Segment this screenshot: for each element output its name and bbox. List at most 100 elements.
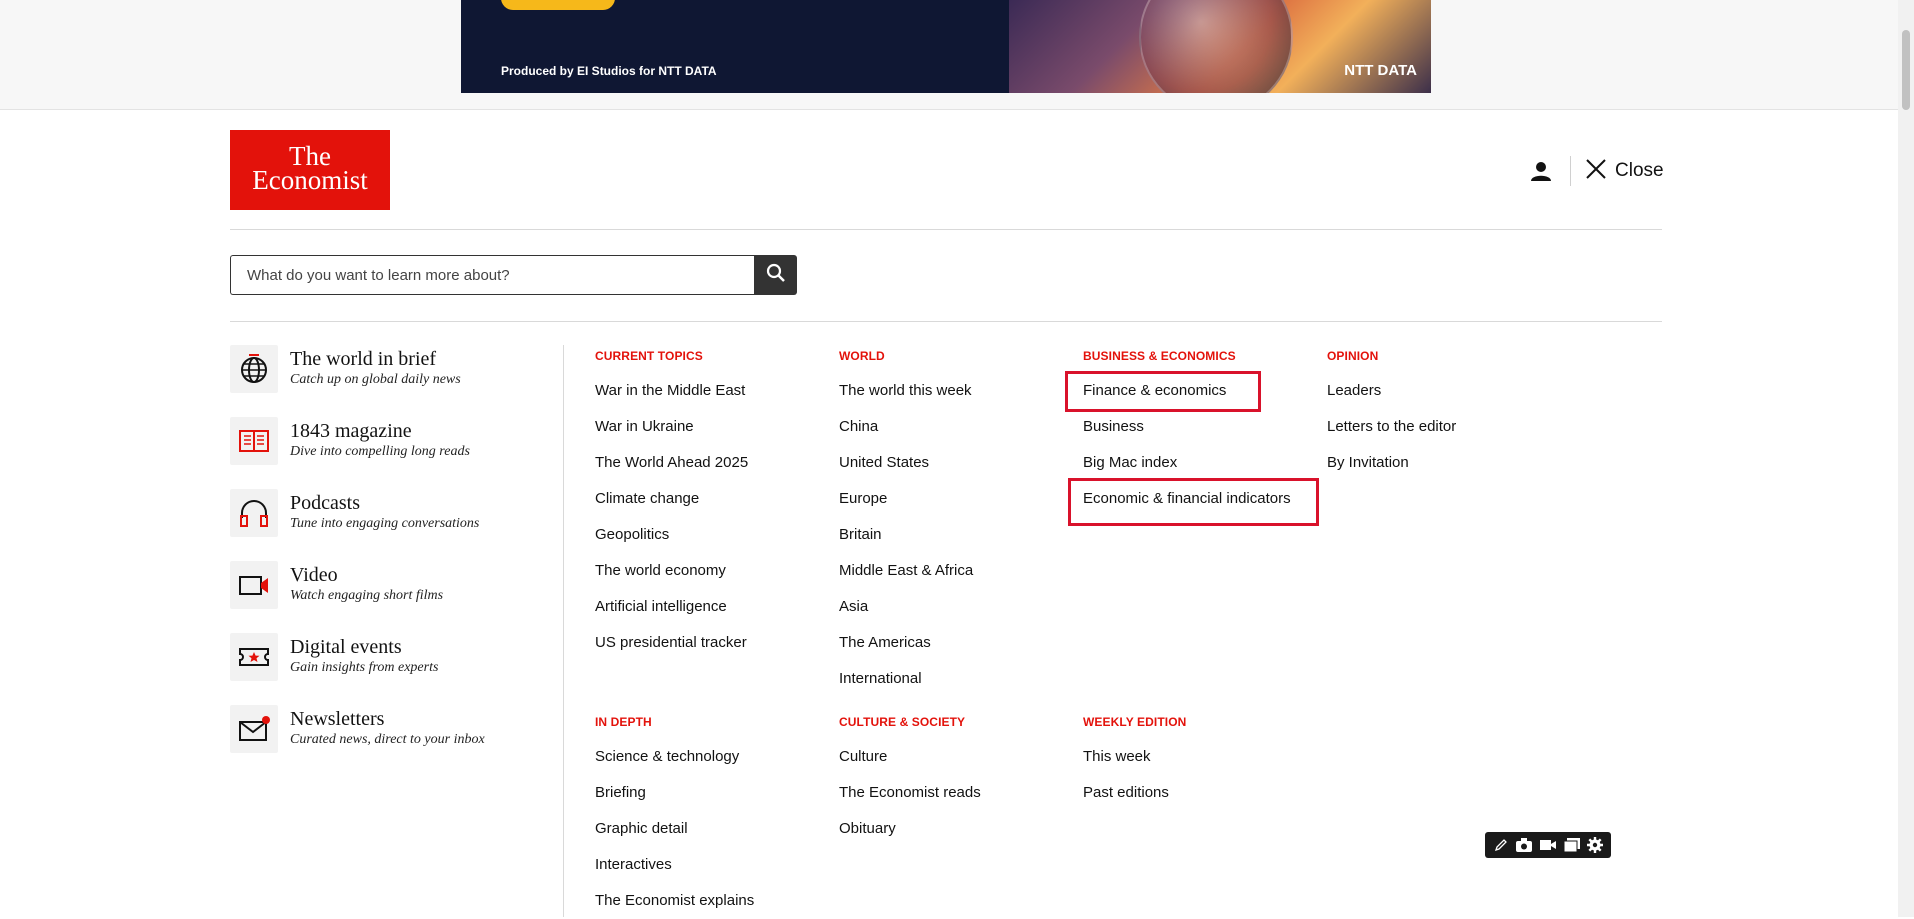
nav-link[interactable]: The World Ahead 2025 bbox=[595, 445, 825, 481]
nav-link[interactable]: War in the Middle East bbox=[595, 373, 825, 409]
product-title: Podcasts bbox=[290, 492, 360, 514]
nav-link[interactable]: Culture bbox=[839, 739, 1069, 775]
nav-link[interactable]: The Economist explains bbox=[595, 883, 825, 919]
window-icon[interactable] bbox=[1562, 835, 1582, 855]
product-subtitle: Catch up on global daily news bbox=[290, 372, 461, 387]
product-subtitle: Watch engaging short films bbox=[290, 588, 444, 603]
section-heading: Weekly edition bbox=[1083, 715, 1187, 729]
nav-link[interactable]: Middle East & Africa bbox=[839, 553, 1069, 589]
nav-link[interactable]: US presidential tracker bbox=[595, 625, 825, 661]
recorder-toolbar bbox=[1485, 832, 1611, 858]
nav-link[interactable]: Letters to the editor bbox=[1327, 409, 1557, 445]
magazine-icon bbox=[230, 417, 278, 465]
nav-link[interactable]: Geopolitics bbox=[595, 517, 825, 553]
section-heading: Business & economics bbox=[1083, 349, 1236, 363]
ad-glass-orb bbox=[1139, 0, 1293, 93]
ad-brand-logo: NTT DATA bbox=[1344, 62, 1417, 79]
product-title: Digital events bbox=[290, 636, 402, 658]
products-list: The world in brief Catch up on global da… bbox=[230, 345, 530, 777]
nav-link[interactable]: Past editions bbox=[1083, 775, 1313, 811]
product-digital-events[interactable]: Digital events Gain insights from expert… bbox=[230, 633, 530, 705]
product-subtitle: Curated news, direct to your inbox bbox=[290, 732, 485, 747]
ticket-icon bbox=[230, 633, 278, 681]
section-heading: In depth bbox=[595, 715, 652, 729]
nav-link[interactable]: Climate change bbox=[595, 481, 825, 517]
nav-column-in-depth: In depth Science & technology Briefing G… bbox=[595, 713, 825, 919]
nav-link[interactable]: Interactives bbox=[595, 847, 825, 883]
product-1843-magazine[interactable]: 1843 magazine Dive into compelling long … bbox=[230, 417, 530, 489]
nav-link[interactable]: This week bbox=[1083, 739, 1313, 775]
product-subtitle: Dive into compelling long reads bbox=[290, 444, 470, 459]
product-title: Video bbox=[290, 564, 338, 586]
nav-link[interactable]: War in Ukraine bbox=[595, 409, 825, 445]
nav-link[interactable]: Briefing bbox=[595, 775, 825, 811]
nav-column-weekly-edition: Weekly edition This week Past editions bbox=[1083, 713, 1313, 811]
nav-link[interactable]: Business bbox=[1083, 409, 1313, 445]
nav-column-culture-society: Culture & society Culture The Economist … bbox=[839, 713, 1069, 847]
nav-link[interactable]: The world economy bbox=[595, 553, 825, 589]
product-world-in-brief[interactable]: The world in brief Catch up on global da… bbox=[230, 345, 530, 417]
product-title: Newsletters bbox=[290, 708, 385, 730]
header-divider bbox=[1570, 156, 1571, 186]
ad-cta-button[interactable] bbox=[501, 0, 615, 10]
economist-logo[interactable]: The Economist bbox=[230, 130, 390, 210]
page-scrollbar[interactable] bbox=[1898, 0, 1914, 917]
nav-column-opinion: Opinion Leaders Letters to the editor By… bbox=[1327, 347, 1557, 481]
nav-link[interactable]: United States bbox=[839, 445, 1069, 481]
advertisement[interactable]: Produced by EI Studios for NTT DATA NTT … bbox=[461, 0, 1431, 93]
nav-column-world: World The world this week China United S… bbox=[839, 347, 1069, 697]
nav-column-current-topics: Current topics War in the Middle East Wa… bbox=[595, 347, 825, 661]
highlight-box-economic-indicators bbox=[1068, 478, 1319, 526]
video-record-icon[interactable] bbox=[1538, 835, 1558, 855]
nav-link[interactable]: Big Mac index bbox=[1083, 445, 1313, 481]
globe-icon bbox=[230, 345, 278, 393]
search-divider-line bbox=[230, 321, 1662, 322]
close-icon bbox=[1585, 158, 1607, 185]
product-subtitle: Gain insights from experts bbox=[290, 660, 439, 675]
nav-link[interactable]: The world this week bbox=[839, 373, 1069, 409]
search-input[interactable] bbox=[230, 255, 754, 295]
headphones-icon bbox=[230, 489, 278, 537]
section-heading: Culture & society bbox=[839, 715, 966, 729]
highlight-box-finance-economics bbox=[1065, 371, 1261, 412]
nav-link[interactable]: Europe bbox=[839, 481, 1069, 517]
section-heading: World bbox=[839, 349, 885, 363]
nav-link[interactable]: International bbox=[839, 661, 1069, 697]
nav-link[interactable]: The Economist reads bbox=[839, 775, 1069, 811]
ad-image: NTT DATA bbox=[1009, 0, 1431, 93]
nav-link[interactable]: By Invitation bbox=[1327, 445, 1557, 481]
video-camera-icon bbox=[230, 561, 278, 609]
product-title: 1843 magazine bbox=[290, 420, 412, 442]
nav-link[interactable]: Britain bbox=[839, 517, 1069, 553]
nav-link[interactable]: The Americas bbox=[839, 625, 1069, 661]
header-divider-line bbox=[230, 229, 1662, 230]
section-heading: Current topics bbox=[595, 349, 703, 363]
nav-link[interactable]: Graphic detail bbox=[595, 811, 825, 847]
scrollbar-thumb[interactable] bbox=[1902, 30, 1910, 110]
ad-credit-text: Produced by EI Studios for NTT DATA bbox=[501, 64, 717, 78]
nav-link[interactable]: Science & technology bbox=[595, 739, 825, 775]
column-divider bbox=[563, 345, 564, 917]
search-button[interactable] bbox=[754, 255, 797, 295]
edit-icon[interactable] bbox=[1491, 835, 1511, 855]
nav-link[interactable]: Leaders bbox=[1327, 373, 1557, 409]
camera-icon[interactable] bbox=[1514, 835, 1534, 855]
user-account-icon[interactable] bbox=[1530, 160, 1552, 182]
section-heading: Opinion bbox=[1327, 349, 1379, 363]
product-video[interactable]: Video Watch engaging short films bbox=[230, 561, 530, 633]
mail-icon bbox=[230, 705, 278, 753]
nav-link[interactable]: China bbox=[839, 409, 1069, 445]
product-podcasts[interactable]: Podcasts Tune into engaging conversation… bbox=[230, 489, 530, 561]
ad-banner-strip: Produced by EI Studios for NTT DATA NTT … bbox=[0, 0, 1898, 110]
product-title: The world in brief bbox=[290, 348, 437, 370]
product-newsletters[interactable]: Newsletters Curated news, direct to your… bbox=[230, 705, 530, 777]
settings-gear-icon[interactable] bbox=[1585, 835, 1605, 855]
close-menu-button[interactable]: Close bbox=[1585, 158, 1664, 184]
logo-line-2: Economist bbox=[252, 165, 368, 195]
nav-link[interactable]: Obituary bbox=[839, 811, 1069, 847]
product-subtitle: Tune into engaging conversations bbox=[290, 516, 480, 531]
nav-link[interactable]: Artificial intelligence bbox=[595, 589, 825, 625]
search-bar bbox=[230, 255, 797, 295]
nav-link[interactable]: Asia bbox=[839, 589, 1069, 625]
close-label: Close bbox=[1615, 160, 1664, 181]
